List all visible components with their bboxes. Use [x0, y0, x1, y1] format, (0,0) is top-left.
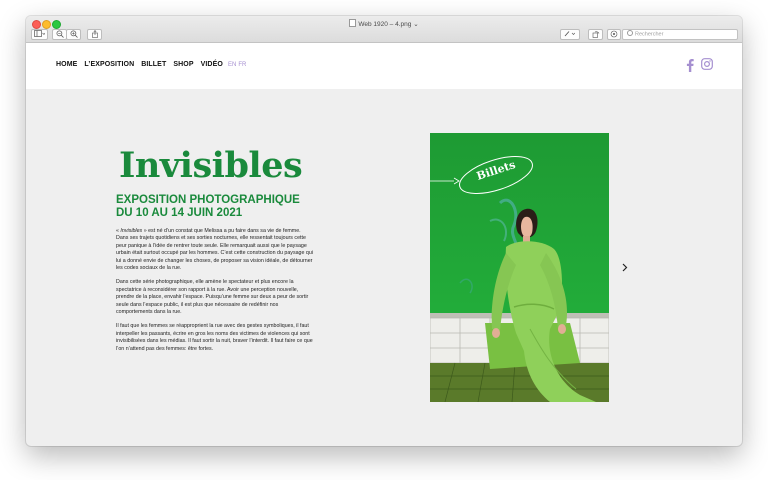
markup-button[interactable] — [560, 29, 580, 40]
zoom-in-button[interactable] — [66, 29, 81, 40]
instagram-icon[interactable] — [701, 58, 713, 70]
zoom-out-icon — [56, 30, 64, 38]
sidebar-toggle-button[interactable] — [31, 29, 48, 40]
nav-item-billet[interactable]: BILLET — [141, 61, 166, 68]
paragraph-1: « Invisibles » est né d’un constat que M… — [116, 228, 314, 272]
search-icon — [627, 30, 633, 36]
lang-en[interactable]: EN — [228, 62, 236, 68]
zoom-in-icon — [70, 30, 78, 38]
sidebar-icon — [34, 30, 46, 37]
exhibition-subtitle: EXPOSITION PHOTOGRAPHIQUE DU 10 AU 14 JU… — [116, 194, 300, 219]
main-nav: HOME L’EXPOSITION BILLET SHOP VIDÉO — [56, 61, 223, 68]
annotate-icon — [610, 30, 618, 38]
share-icon — [91, 30, 98, 38]
nav-item-home[interactable]: HOME — [56, 61, 77, 68]
language-switcher: EN FR — [228, 62, 248, 68]
nav-item-video[interactable]: VIDÉO — [201, 61, 223, 68]
paragraph-1-italic: Invisibles — [120, 228, 143, 234]
file-icon — [349, 19, 357, 27]
window-title-text: Web 1920 – 4.png — [358, 21, 412, 28]
window-title: Web 1920 – 4.png ⌄ — [26, 19, 742, 28]
exhibition-photo: Billets — [430, 133, 609, 402]
subtitle-line-2: DU 10 AU 14 JUIN 2021 — [116, 206, 243, 219]
photo-illustration — [430, 133, 609, 402]
site-header: HOME L’EXPOSITION BILLET SHOP VIDÉO EN FR — [26, 43, 742, 89]
nav-item-shop[interactable]: SHOP — [173, 61, 193, 68]
facebook-icon[interactable] — [685, 58, 695, 72]
search-placeholder: Rechercher — [635, 31, 664, 38]
zoom-out-button[interactable] — [52, 29, 67, 40]
lang-fr[interactable]: FR — [238, 62, 246, 68]
paragraph-2: Dans cette série photographique, elle am… — [116, 279, 309, 316]
rotate-button[interactable] — [588, 29, 603, 40]
search-field[interactable]: Rechercher — [622, 29, 738, 40]
pen-icon — [564, 31, 576, 37]
chevron-right-icon[interactable] — [622, 263, 628, 272]
hero-title: Invisibles — [119, 145, 303, 186]
subtitle-line-1: EXPOSITION PHOTOGRAPHIQUE — [116, 194, 300, 206]
description-text: « Invisibles » est né d’un constat que M… — [116, 228, 314, 360]
paragraph-3: Il faut que les femmes se réapproprient … — [116, 323, 313, 352]
window-titlebar: Web 1920 – 4.png ⌄ Rechercher — [26, 16, 742, 43]
share-button[interactable] — [87, 29, 102, 40]
paragraph-1-rest: » est né d’un constat que Melissa a pu f… — [116, 228, 313, 272]
title-chevron-icon[interactable]: ⌄ — [413, 21, 418, 28]
rotate-icon — [592, 31, 599, 38]
nav-item-exposition[interactable]: L’EXPOSITION — [84, 61, 134, 68]
annotate-button[interactable] — [607, 29, 621, 40]
browser-window: Web 1920 – 4.png ⌄ Rechercher HOME L’EXP… — [26, 16, 742, 446]
